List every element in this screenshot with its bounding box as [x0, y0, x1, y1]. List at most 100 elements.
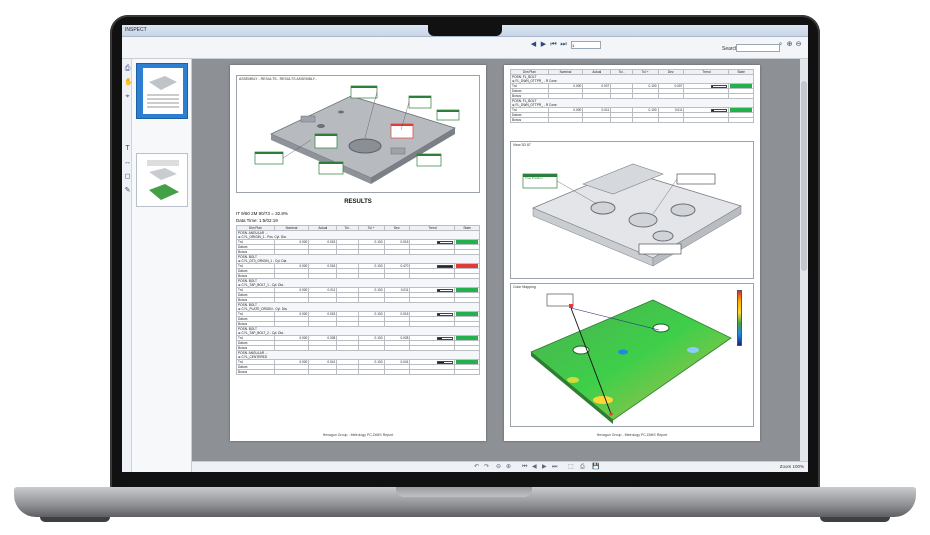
feature-description: ⊕ CYL_CENTERED: [238, 355, 268, 359]
feature-description: ⊕ CYL_TAP_BOLT_1 - Cyl. Dia.: [238, 283, 284, 287]
results-table-page1: Dim Plan Nominal Actual Tol - Tol + Dev. Trend…: [236, 225, 480, 375]
thumbnail-preview: [143, 68, 183, 114]
prev-page-icon[interactable]: ◀: [530, 41, 537, 48]
color-map-image: [530, 293, 732, 424]
feature-row: POSN. BOLT ⊕ CYL_TAP_BOLT_2 - Cyl. Dia.: [236, 326, 480, 336]
zoom-in-icon[interactable]: ⊕: [506, 464, 511, 470]
cell-trend: [683, 117, 730, 123]
left-tool-rail: ⎙ ✋ ⌖ T ↔ ◻ ✎: [122, 59, 133, 472]
table-row: Bonus: [510, 117, 754, 123]
cell-state: [728, 117, 754, 123]
zoom-out-icon[interactable]: ⊖: [795, 41, 802, 48]
cad-figure-2: View 3D 87 True Position: [510, 141, 754, 279]
last-page-icon[interactable]: ⏭: [552, 464, 557, 470]
feature-row: POSN. BOLT ⊕ CYL_TAP_BOLT_1 - Cyl. Dia.: [236, 278, 480, 288]
feature-row: POSN. ANGULAR ... ⊕ CYL_CENTERED: [236, 350, 480, 360]
fit-page-icon[interactable]: ⬚: [568, 464, 574, 470]
zoom-in-icon[interactable]: ⊕: [786, 41, 793, 48]
search-input[interactable]: [736, 44, 780, 52]
trend-bar: [437, 336, 454, 340]
vertical-scrollbar[interactable]: [800, 59, 808, 461]
state-indicator-pass: [456, 240, 478, 244]
prev-page-icon[interactable]: ◀: [532, 464, 537, 470]
report-page-2: Dim Plan Nominal Actual Tol - Tol + Dev. Trend…: [504, 65, 760, 441]
laptop-foot-right: [820, 517, 890, 522]
next-page-icon[interactable]: ▶: [542, 464, 547, 470]
page-thumbnail-1[interactable]: [136, 63, 188, 119]
figure-title: View 3D 87: [513, 143, 531, 147]
state-indicator-pass: [456, 288, 478, 292]
stat-line-1: IT 9/60 2M 90/73 = 32.8%: [236, 211, 288, 216]
feature-description: ⊕ FL_DWN_OTTPR_ - R Cone: [512, 103, 557, 107]
state-indicator-pass: [730, 84, 752, 88]
hand-icon[interactable]: ✋: [124, 79, 133, 86]
cell-tolm: [610, 117, 633, 123]
undo-icon[interactable]: ↶: [474, 464, 479, 470]
zoom-label: Zoom 100%: [779, 464, 804, 469]
cell-label: Bonus: [236, 369, 275, 375]
state-indicator-pass: [456, 312, 478, 316]
window-title: INSPECT: [125, 27, 147, 33]
cad-figure-1: ASSEMBLY - RESULTS - RESULTS ASSEMBLY...: [236, 75, 480, 193]
feature-row: POSN. ANGULAR ... ⊕ CYL_ORIGIN_1 - Pos. C…: [236, 230, 480, 240]
save-icon[interactable]: 💾: [592, 464, 599, 470]
camera-notch: [428, 23, 502, 36]
state-indicator-pass: [456, 360, 478, 364]
scrollbar-thumb[interactable]: [801, 81, 807, 271]
cell-tolp: [631, 117, 659, 123]
next-page-icon[interactable]: ▶: [540, 41, 547, 48]
page-thumbnail-2[interactable]: [136, 153, 188, 207]
cell-nominal: [547, 117, 584, 123]
shape-icon[interactable]: ◻: [124, 173, 131, 180]
state-indicator-pass: [456, 336, 478, 340]
stage: INSPECT ◀ ▶ ⏮ ⏭ ⌕ ⊕ ⊖ Search: ⎙ ✋ ⌖ T ↔ …: [0, 0, 930, 535]
first-page-icon[interactable]: ⏮: [550, 41, 557, 48]
cell-trend: [409, 369, 456, 375]
callout-label: True Position: [525, 176, 543, 180]
stat-line-2: Data Time: 1:5/02:19: [236, 218, 278, 223]
comment-icon[interactable]: ✎: [124, 187, 131, 194]
page-number-input[interactable]: [571, 41, 601, 49]
laptop-foot-left: [40, 517, 110, 522]
first-page-icon[interactable]: ⏮: [522, 464, 527, 470]
feature-description: ⊕ CYL_ORIGIN_1 - Pos. Cyl. Dia.: [238, 235, 287, 239]
last-page-icon[interactable]: ⏭: [560, 41, 567, 48]
feature-row: POSN. BOLT ⊕ CYL_DT0_ORIGIN_1 - Cyl. Dia.: [236, 254, 480, 264]
trend-bar: [437, 288, 454, 292]
figure-title: Color Mapping: [513, 285, 536, 289]
laptop-base-notch: [396, 487, 532, 497]
feature-description: ⊕ FL_DWN_OTTPR_ - R Cone: [512, 79, 557, 83]
text-icon[interactable]: T: [124, 145, 131, 152]
select-icon[interactable]: ⌖: [124, 93, 131, 100]
zoom-out-icon[interactable]: ⊖: [496, 464, 501, 470]
cell-tolm: [336, 369, 359, 375]
feature-row: POSN. BOLT ⊕ CYL_PLATE_ORIGIN - Cyl. Dia.: [236, 302, 480, 312]
cad-plate-image: [254, 85, 460, 184]
cell-actual: [308, 369, 338, 375]
trend-bar: [711, 108, 728, 112]
cell-actual: [582, 117, 612, 123]
state-indicator-fail: [456, 264, 478, 268]
status-bar: ↶ ↷ ⊖ ⊕ ⏮ ◀ ▶ ⏭ ⬚ ⎙ 💾 Zoom 100%: [192, 461, 808, 472]
feature-row: POSN. FL_BOLT ⊕ FL_DWN_OTTPR_ - R Cone: [510, 98, 754, 108]
print-icon[interactable]: ⎙: [580, 464, 585, 470]
state-indicator-pass: [730, 108, 752, 112]
cell-tolp: [357, 369, 385, 375]
app-window: INSPECT ◀ ▶ ⏮ ⏭ ⌕ ⊕ ⊖ Search: ⎙ ✋ ⌖ T ↔ …: [122, 25, 808, 472]
trend-bar: [437, 360, 454, 364]
trend-bar: [437, 240, 454, 244]
cell-dev: [383, 369, 411, 375]
report-page-1: ASSEMBLY - RESULTS - RESULTS ASSEMBLY...: [230, 65, 486, 441]
page-footer: Hexagon Group - Metrology PC-DMIS Report: [596, 433, 668, 437]
color-map-figure: Color Mapping: [510, 283, 754, 427]
figure-title: ASSEMBLY - RESULTS - RESULTS ASSEMBLY...: [239, 77, 318, 81]
thumbnail-pane: [132, 59, 192, 472]
cell-dev: [657, 117, 685, 123]
cell-state: [454, 369, 480, 375]
print-icon[interactable]: ⎙: [124, 65, 131, 72]
redo-icon[interactable]: ↷: [484, 464, 489, 470]
cell-label: Bonus: [510, 117, 549, 123]
page-footer: Hexagon Group - Metrology PC-DMIS Report: [322, 433, 394, 437]
feature-row: POSN. FL_BOLT ⊕ FL_DWN_OTTPR_ - R Cone: [510, 74, 754, 84]
measure-icon[interactable]: ↔: [124, 159, 131, 166]
